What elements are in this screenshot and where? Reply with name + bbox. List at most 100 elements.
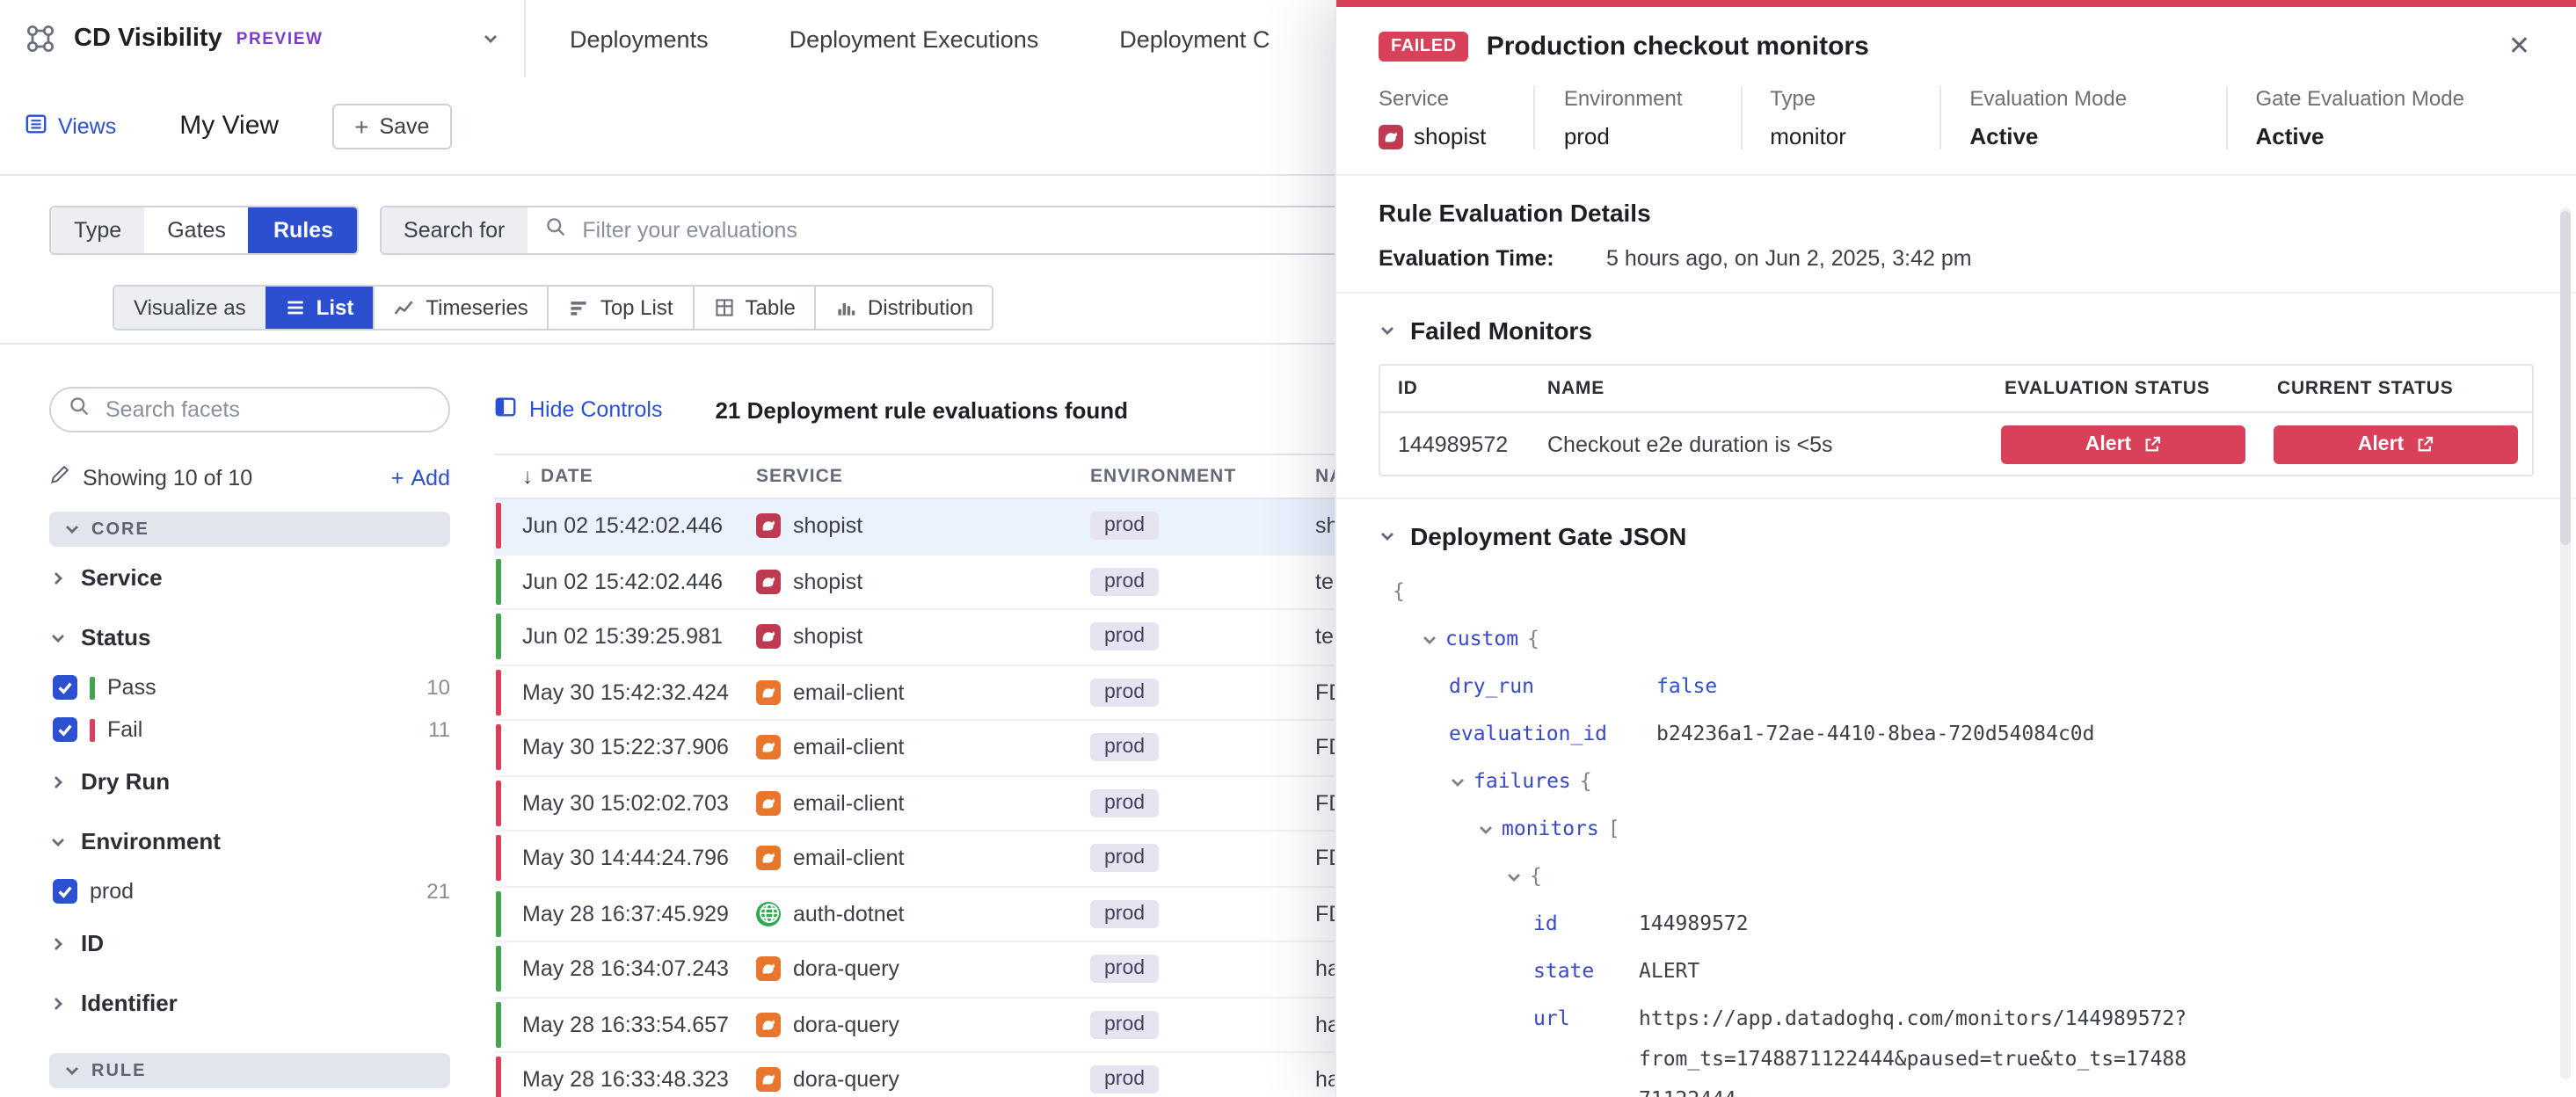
facet-value-count: 21 [426, 879, 450, 904]
monitor-column-current-status: CURRENT STATUS [2259, 378, 2532, 399]
visualize-option-table[interactable]: Table [693, 287, 815, 329]
panel-scrollbar[interactable] [2560, 207, 2571, 1079]
row-date: May 28 16:37:45.929 [522, 902, 756, 926]
add-facet-label: Add [411, 465, 451, 490]
views-button[interactable]: Views [25, 112, 116, 140]
datadog-icon [1379, 124, 1403, 149]
json-line: monitors[ [1379, 805, 2534, 853]
meta-label: Gate Evaluation Mode [2255, 86, 2509, 111]
facet-value-prod[interactable]: prod21 [49, 870, 450, 912]
row-date: Jun 02 15:39:25.981 [522, 625, 756, 650]
panel-scrollbar-thumb[interactable] [2560, 211, 2571, 545]
panel-left-icon [494, 396, 517, 424]
facet-group-header-gate-dry-run[interactable]: Gate Dry Run [49, 1088, 450, 1097]
type-option-rules[interactable]: Rules [249, 207, 356, 253]
datadog-icon [756, 846, 781, 871]
topnav-item-deployments[interactable]: Deployments [570, 25, 709, 52]
datadog-icon [756, 514, 781, 539]
current-status-button[interactable]: Alert [2274, 425, 2518, 463]
facet-search [49, 387, 450, 432]
column-header-label: SERVICE [756, 466, 843, 487]
column-header-environment[interactable]: ENVIRONMENT [1090, 466, 1315, 487]
facet-group-status: StatusPass10Fail11 [49, 607, 450, 751]
environment-tag: prod [1090, 1066, 1159, 1094]
search-input-wrap [528, 207, 1362, 253]
monitor-column-name: NAME [1530, 378, 1987, 399]
row-date: May 28 16:33:48.323 [522, 1068, 756, 1093]
facets-showing-row: Showing 10 of 10 + Add [49, 464, 450, 490]
visualize-option-list[interactable]: List [266, 287, 374, 329]
service-name: dora-query [793, 1068, 899, 1093]
visualize-option-label: Distribution [868, 295, 973, 320]
facet-value-fail[interactable]: Fail11 [49, 708, 450, 751]
external-link-icon [2143, 435, 2161, 453]
checkbox-checked-icon[interactable] [53, 717, 77, 742]
json-line: stateALERT [1379, 948, 2534, 995]
json-line: dry_runfalse [1379, 663, 2534, 710]
row-service: auth-dotnet [756, 902, 1090, 926]
checkbox-checked-icon[interactable] [53, 879, 77, 904]
column-header-date[interactable]: ↓DATE [522, 464, 756, 489]
hide-controls-button[interactable]: Hide Controls [494, 396, 662, 424]
pencil-icon[interactable] [49, 464, 70, 490]
checkbox-checked-icon[interactable] [53, 675, 77, 700]
topnav-items: Deployments Deployment Executions Deployme… [526, 25, 1270, 52]
visualize-option-timeseries[interactable]: Timeseries [373, 287, 547, 329]
search-filter-group: Search for [379, 206, 1364, 255]
facet-section-rule[interactable]: RULE [49, 1053, 450, 1088]
chevron-down-icon[interactable] [1421, 619, 1445, 659]
column-header-service[interactable]: SERVICE [756, 466, 1090, 487]
row-date: Jun 02 15:42:02.446 [522, 570, 756, 594]
topnav-item-deployment-executions[interactable]: Deployment Executions [790, 25, 1039, 52]
facet-group-label: Service [81, 564, 163, 591]
facets-showing-text: Showing 10 of 10 [83, 465, 252, 490]
chevron-down-icon[interactable] [1477, 809, 1502, 849]
facet-group-header-id[interactable]: ID [49, 912, 450, 972]
fail-status-bar [496, 1057, 501, 1097]
topnav-item-deployment-c[interactable]: Deployment C [1119, 25, 1270, 52]
type-option-gates[interactable]: Gates [144, 207, 249, 253]
facet-section-core[interactable]: CORE [49, 512, 450, 547]
facet-group-header-service[interactable]: Service [49, 547, 450, 607]
gate-json-toggle[interactable]: Deployment Gate JSON [1379, 522, 2534, 550]
chevron-down-icon [63, 1062, 81, 1079]
meta-value-text: Active [2255, 123, 2324, 149]
json-line: { [1379, 568, 2534, 615]
facet-value-pass[interactable]: Pass10 [49, 666, 450, 708]
environment-tag: prod [1090, 623, 1159, 651]
visualize-option-distribution[interactable]: Distribution [815, 287, 993, 329]
facet-group-header-dry-run[interactable]: Dry Run [49, 751, 450, 810]
evaluations-filter-input[interactable] [579, 216, 1344, 244]
evaluation-status-button[interactable]: Alert [2001, 425, 2245, 463]
alert-label: Alert [2358, 433, 2404, 454]
row-service: shopist [756, 570, 1090, 594]
failed-monitors-toggle[interactable]: Failed Monitors [1379, 316, 2534, 345]
fail-status-bar [496, 670, 501, 716]
facet-value-count: 10 [426, 675, 450, 700]
red-status-bar [90, 718, 95, 741]
save-button[interactable]: + Save [331, 103, 452, 149]
json-punct: { [1393, 571, 1405, 612]
facet-group-header-environment[interactable]: Environment [49, 810, 450, 870]
facet-group-header-identifier[interactable]: Identifier [49, 972, 450, 1032]
globe-icon [756, 902, 781, 926]
chevron-down-icon[interactable] [1505, 856, 1530, 897]
facet-group-header-status[interactable]: Status [49, 607, 450, 666]
environment-tag: prod [1090, 1011, 1159, 1039]
json-punct: { [1530, 856, 1542, 897]
chevron-down-icon[interactable] [1449, 761, 1474, 802]
facet-value-count: 11 [428, 717, 450, 742]
visualize-option-top-list[interactable]: Top List [548, 287, 693, 329]
meta-label: Evaluation Mode [1969, 86, 2201, 111]
app-title: CD Visibility [74, 25, 222, 53]
app-switcher[interactable]: CD Visibility PREVIEW [0, 0, 526, 77]
column-header-label: ENVIRONMENT [1090, 466, 1236, 487]
row-status [494, 559, 522, 605]
facet-group-gate-dry-run: Gate Dry Run [49, 1088, 450, 1097]
add-facet-button[interactable]: + Add [391, 465, 450, 490]
facet-search-input[interactable] [102, 396, 431, 424]
pass-status-bar [496, 891, 501, 937]
row-date: May 30 15:42:32.424 [522, 680, 756, 705]
visualize-group: Visualize as ListTimeseriesTop ListTable… [113, 285, 994, 331]
close-icon[interactable]: ✕ [2501, 30, 2537, 63]
